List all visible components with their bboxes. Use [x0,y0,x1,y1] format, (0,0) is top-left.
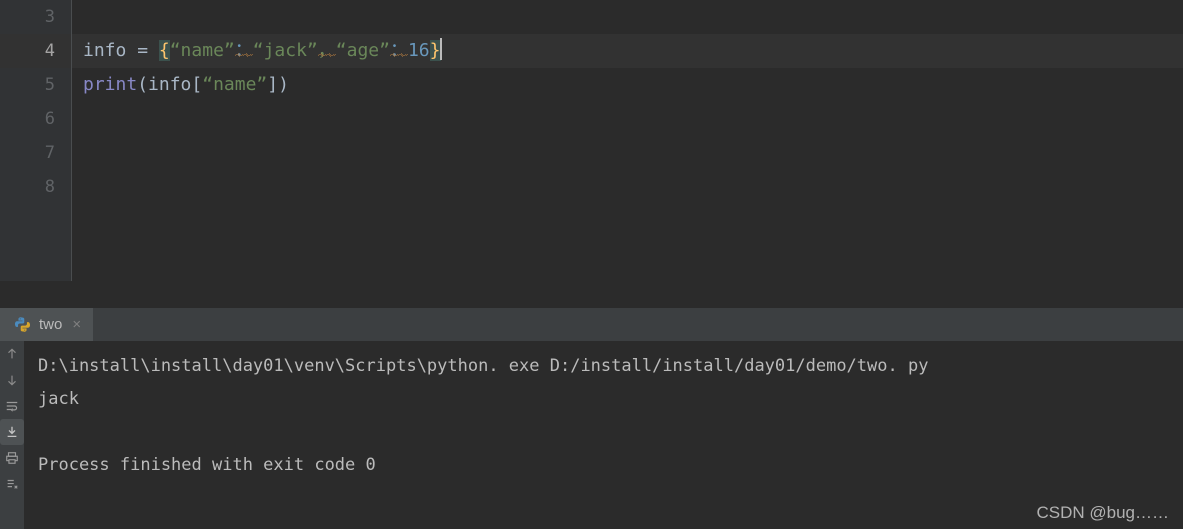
code-line-7[interactable] [72,136,1183,170]
scroll-to-end-icon[interactable] [0,419,24,445]
code-area[interactable]: info = {“name”：“jack”，“age”：16} print(in… [72,0,1183,281]
run-tab-label: two [39,316,63,333]
token-string-name-index: “name” [202,74,268,95]
console-output[interactable]: D:\install\install\day01\venv\Scripts\py… [24,341,1183,529]
token-fullwidth-colon-2: ： [389,40,408,61]
line-number-7[interactable]: 7 [0,136,71,170]
soft-wrap-icon[interactable] [0,393,24,419]
token-open-paren: ( [137,74,149,95]
console-line-output: jack [38,389,79,409]
run-tab-bar: two × [0,308,1183,341]
print-icon[interactable] [0,445,24,471]
console-line-command: D:\install\install\day01\venv\Scripts\py… [38,356,929,376]
line-number-5[interactable]: 5 [0,68,71,102]
line-number-gutter[interactable]: 3 4 5 6 7 8 [0,0,72,281]
code-line-8[interactable] [72,170,1183,204]
line-number-8[interactable]: 8 [0,170,71,204]
token-string-jack: “jack” [252,40,318,61]
token-string-age-key: “age” [335,40,390,61]
down-arrow-icon[interactable] [0,367,24,393]
token-open-bracket: [ [191,74,203,95]
token-builtin-print: print [83,74,138,95]
code-line-3[interactable] [72,0,1183,34]
editor-bottom-strip [0,281,1183,308]
line-number-6[interactable]: 6 [0,102,71,136]
csdn-watermark: CSDN @bug…… [1036,503,1169,522]
line-number-3[interactable]: 3 [0,0,71,34]
token-identifier-info-2: info [148,74,192,95]
console-line-exit: Process finished with exit code 0 [38,455,376,475]
code-line-4[interactable]: info = {“name”：“jack”，“age”：16} [72,34,1183,68]
token-assign-operator: = [126,40,159,61]
token-string-name-key: “name” [169,40,235,61]
code-line-5[interactable]: print(info[“name”]) [72,68,1183,102]
token-number-16: 16 [407,40,430,61]
clear-all-icon[interactable] [0,471,24,497]
text-caret [439,38,442,60]
up-arrow-icon[interactable] [0,341,24,367]
token-fullwidth-colon-1: ： [234,40,253,61]
token-close-paren: ) [278,74,289,95]
python-icon [14,316,31,333]
line-number-4[interactable]: 4 [0,34,71,68]
run-toolbar [0,341,24,529]
token-open-brace: { [158,40,170,61]
code-line-6[interactable] [72,102,1183,136]
run-tool-window: two × D:\install\install\day01\venv\Scri… [0,308,1183,529]
pycharm-window: 3 4 5 6 7 8 info = {“name”：“jack”，“age”：… [0,0,1183,529]
close-icon[interactable]: × [72,317,81,332]
code-editor[interactable]: 3 4 5 6 7 8 info = {“name”：“jack”，“age”：… [0,0,1183,281]
token-close-bracket: ] [267,74,279,95]
token-identifier-info: info [83,40,127,61]
run-tab-two[interactable]: two × [0,308,94,341]
token-fullwidth-comma: ， [317,40,336,61]
